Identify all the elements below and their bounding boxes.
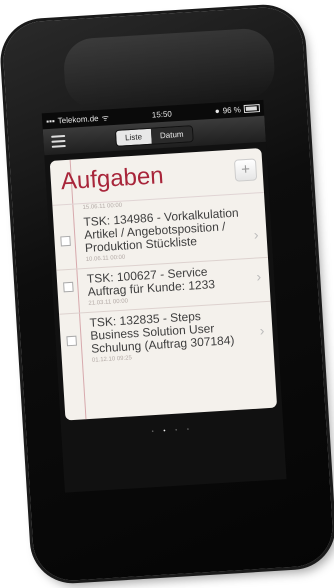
carrier: Telekom.de: [57, 113, 99, 125]
add-task-button[interactable]: +: [233, 158, 258, 182]
chevron-right-icon: ›: [253, 226, 260, 243]
clock: 15:50: [151, 108, 173, 120]
chevron-right-icon: ›: [259, 322, 265, 339]
phone: ▪▪▪ Telekom.de ᯤ 15:50 ● 96 % Liste Datu…: [1, 5, 334, 583]
chevron-right-icon: ›: [255, 268, 262, 285]
task-panel: Aufgaben + 15.06.11 00:00 TSK: 134986 - …: [49, 148, 278, 421]
lock-icon: ●: [214, 106, 220, 116]
list-item[interactable]: TSK: 132835 - Steps Business Solution Us…: [59, 302, 274, 371]
menu-icon[interactable]: [51, 134, 66, 148]
page-indicator: • • • •: [151, 426, 194, 436]
tab-datum[interactable]: Datum: [150, 125, 193, 144]
page-title: Aufgaben: [60, 162, 165, 196]
tab-liste[interactable]: Liste: [115, 128, 152, 146]
wifi-icon: ᯤ: [101, 112, 110, 123]
task-list: TSK: 134986 - Vorkalkulation Artikel / A…: [52, 201, 274, 371]
battery-level: 96 %: [222, 104, 242, 115]
task-checkbox[interactable]: [63, 281, 74, 293]
task-checkbox[interactable]: [60, 235, 71, 247]
view-switcher: Liste Datum: [114, 124, 194, 147]
signal-icon: ▪▪▪: [45, 116, 55, 126]
screen-glare: [62, 27, 277, 110]
screen: ▪▪▪ Telekom.de ᯤ 15:50 ● 96 % Liste Datu…: [41, 99, 287, 493]
task-checkbox[interactable]: [66, 335, 77, 347]
battery-icon: [243, 104, 261, 114]
